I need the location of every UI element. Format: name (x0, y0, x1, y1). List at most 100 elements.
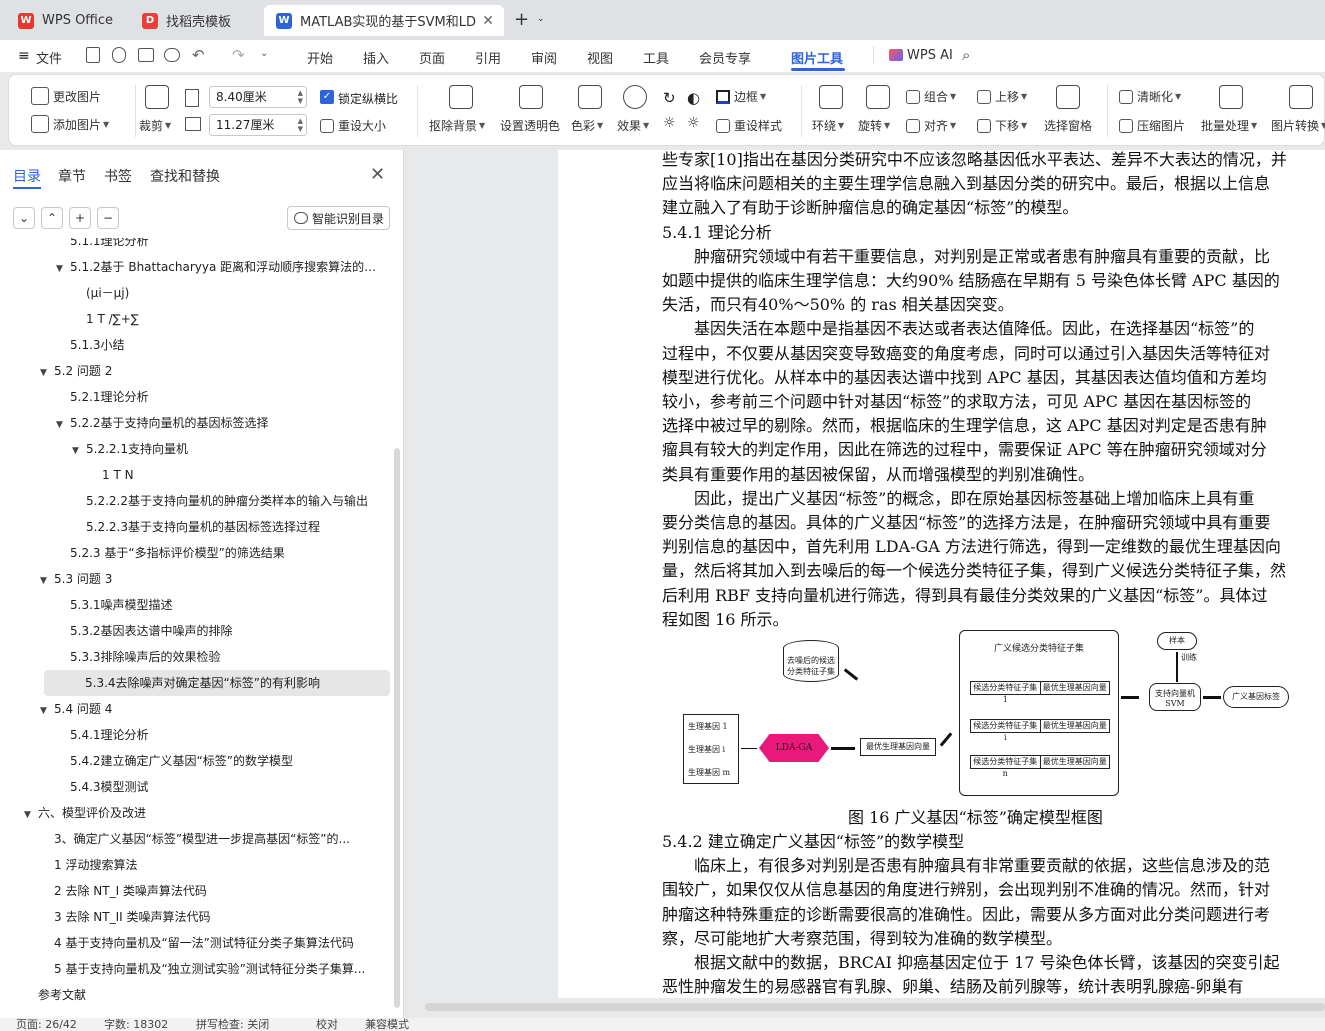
toc-item[interactable]: 5.4.1理论分析 (56, 722, 380, 748)
toc-item[interactable]: 5.2.2.2基于支持向量机的肿瘤分类样本的输入与输出 (72, 488, 380, 514)
wrap-icon[interactable] (819, 85, 843, 109)
chevron-down-icon[interactable]: ⌄ (537, 14, 545, 24)
expand-arrow-icon[interactable]: ▼ (56, 256, 70, 280)
toc-item[interactable]: 3、确定广义基因“标签”模型进一步提高基因“标签”的... (40, 826, 380, 852)
toc-item[interactable]: 2 去除 NT_I 类噪声算法代码 (40, 878, 380, 904)
search-icon[interactable]: ⌕ (962, 46, 970, 64)
print-icon[interactable] (138, 48, 154, 62)
remove-heading-button[interactable]: − (97, 207, 119, 229)
expand-down-button[interactable]: ⌄ (13, 207, 35, 229)
toc-item[interactable]: ▼ 5.2.2基于支持向量机的基因标签选择 (56, 410, 380, 436)
toc-item[interactable]: 5 基于支持向量机及“独立测试实验”测试特征分类子集算... (40, 956, 380, 982)
expand-arrow-icon[interactable]: ▼ (40, 698, 54, 722)
word-count[interactable]: 字数: 18302 (104, 1018, 168, 1031)
toc-item[interactable]: 4 基于支持向量机及“留一法”测试特征分类子集算法代码 (40, 930, 380, 956)
change-image-button[interactable]: 更改图片 (31, 87, 101, 105)
spinner-icon[interactable]: ▲ ▼ (298, 117, 303, 133)
effect-button[interactable]: 效果 ▼ (617, 117, 649, 134)
toc-item[interactable]: 1 浮动搜索算法 (40, 852, 380, 878)
toc-item[interactable]: 5.2.2.3基于支持向量机的基因标签选择过程 (72, 514, 380, 540)
menu-file[interactable]: 文件 (36, 48, 62, 67)
tab-chapters[interactable]: 章节 (58, 166, 86, 186)
selection-pane-button[interactable]: 选择窗格 (1044, 117, 1092, 134)
toc-item[interactable]: 5.4.2建立确定广义基因“标签”的数学模型 (56, 748, 380, 774)
reset-size-button[interactable]: 重设大小 (320, 117, 386, 134)
menu-insert[interactable]: 插入 (363, 48, 389, 67)
horizontal-scrollbar[interactable] (425, 1003, 1325, 1011)
toc-item[interactable]: 参考文献 (24, 982, 380, 1008)
height-input[interactable]: 11.27厘米 ▲ ▼ (209, 114, 307, 136)
toc-item[interactable]: 5.1.1理论分析 (56, 238, 380, 254)
tab-toc[interactable]: 目录 (13, 166, 41, 186)
toc-item[interactable]: 5.3.4去除噪声对确定基因“标签”的有利影响 (44, 670, 390, 696)
toc-item[interactable]: 1 T /∑+∑ (72, 306, 380, 332)
wrap-button[interactable]: 环绕 ▼ (812, 117, 844, 134)
transparent-color-icon[interactable] (519, 85, 543, 109)
brightness-up-icon[interactable]: ↻ (663, 89, 676, 107)
toc-item[interactable]: 1 T N (88, 462, 380, 488)
menu-picture-tools[interactable]: 图片工具 (791, 48, 843, 67)
toc-item[interactable]: 3 去除 NT_II 类噪声算法代码 (40, 904, 380, 930)
tab-wps-office[interactable]: W WPS Office (6, 5, 124, 36)
selection-pane-icon[interactable] (1056, 85, 1080, 109)
menu-page[interactable]: 页面 (419, 48, 445, 67)
toc-item[interactable]: ▼ 5.1.2基于 Bhattacharyya 距离和浮动顺序搜索算法的基... (56, 254, 380, 280)
toc-item[interactable]: 5.3.2基因表达谱中噪声的排除 (56, 618, 380, 644)
menu-wps-ai[interactable]: WPS AI (907, 48, 953, 63)
rotate-button[interactable]: 旋转 ▼ (858, 117, 890, 134)
expand-arrow-icon[interactable]: ▼ (72, 438, 86, 462)
expand-arrow-icon[interactable]: ▼ (24, 802, 38, 826)
toc-item[interactable]: 5.4.3模型测试 (56, 774, 380, 800)
add-image-button[interactable]: 添加图片 ▼ (31, 115, 109, 133)
color-button[interactable]: 色彩 ▼ (571, 117, 603, 134)
tab-find-replace[interactable]: 查找和替换 (150, 166, 220, 186)
redo-icon[interactable]: ↷ (232, 46, 245, 64)
spell-check[interactable]: 拼写检查: 关闭 (196, 1018, 269, 1031)
toc-item[interactable]: 5.3.3排除噪声后的效果检验 (56, 644, 380, 670)
sidebar-scrollbar[interactable] (394, 448, 400, 1008)
proofread[interactable]: 校对 (316, 1018, 338, 1031)
menu-view[interactable]: 视图 (587, 48, 613, 67)
toc-item[interactable]: ▼ 5.2.2.1支持向量机 (72, 436, 380, 462)
toc-item[interactable]: 5.2.3 基于“多指标评价模型”的筛选结果 (56, 540, 380, 566)
close-icon[interactable]: ✕ (482, 13, 494, 29)
expand-arrow-icon[interactable]: ▼ (40, 360, 54, 384)
toc-item[interactable]: ▼ 5.4 问题 4 (40, 696, 380, 722)
rotate-icon[interactable] (866, 85, 890, 109)
tab-bookmarks[interactable]: 书签 (104, 166, 132, 186)
collapse-up-button[interactable]: ⌃ (41, 207, 63, 229)
convert-icon[interactable] (1289, 85, 1313, 109)
toc-item[interactable]: 5.2.1理论分析 (56, 384, 380, 410)
expand-arrow-icon[interactable]: ▼ (56, 412, 70, 436)
border-button[interactable]: 边框 ▼ (716, 88, 766, 105)
convert-button[interactable]: 图片转换 ▼ (1271, 117, 1325, 134)
menu-review[interactable]: 审阅 (531, 48, 557, 67)
print-preview-icon[interactable] (164, 48, 180, 62)
toc-item[interactable]: ▼ 六、模型评价及改进 (24, 800, 380, 826)
contrast-icon[interactable]: ◐ (687, 89, 700, 107)
toc-item[interactable]: 5.1.3小结 (56, 332, 380, 358)
brightness-icon[interactable]: ☼ (663, 115, 676, 131)
lock-ratio-checkbox[interactable]: ✓ (320, 90, 334, 104)
add-heading-button[interactable]: + (69, 207, 91, 229)
effect-icon[interactable] (623, 85, 647, 109)
toc-item[interactable]: 5.3.1噪声模型描述 (56, 592, 380, 618)
align-button[interactable]: 对齐 ▼ (906, 117, 956, 134)
tab-document[interactable]: W MATLAB实现的基于SVM和LD ✕ (264, 5, 504, 36)
save-icon[interactable] (86, 47, 100, 63)
menu-tools[interactable]: 工具 (643, 48, 669, 67)
sharpen-button[interactable]: 清晰化 ▼ (1119, 88, 1181, 105)
menu-start[interactable]: 开始 (307, 48, 333, 67)
set-transparent-button[interactable]: 设置透明色 (500, 117, 560, 134)
figure-16[interactable]: 去噪后的候选分类特征子集 生理基因 1 生理基因 i 生理基因 m LDA-GA… (683, 630, 1293, 800)
bring-up-button[interactable]: 上移 ▼ (977, 88, 1027, 105)
spinner-icon[interactable]: ▲ ▼ (298, 89, 303, 105)
group-button[interactable]: 组合 ▼ (906, 88, 956, 105)
hamburger-icon[interactable]: ≡ (18, 48, 30, 64)
send-down-button[interactable]: 下移 ▼ (977, 117, 1027, 134)
new-tab-icon[interactable]: + (514, 9, 529, 30)
crop-icon[interactable] (145, 85, 169, 109)
expand-arrow-icon[interactable]: ▼ (40, 568, 54, 592)
tab-docer[interactable]: D 找稻壳模板 (130, 5, 260, 36)
share-icon[interactable] (112, 47, 126, 63)
